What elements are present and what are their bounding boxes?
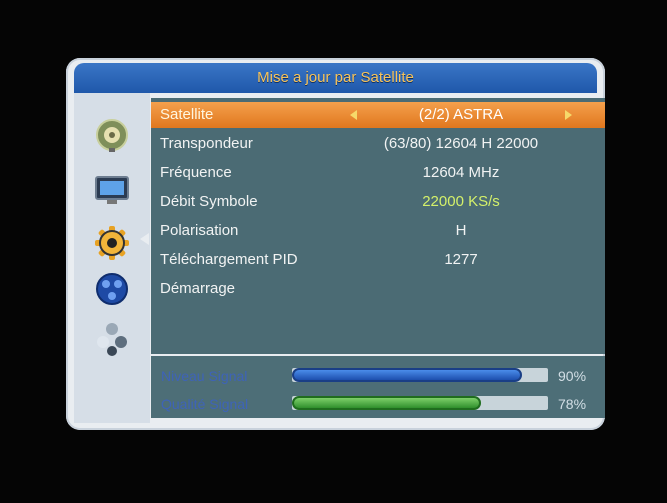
menu-title: Mise a jour par Satellite [74,63,597,93]
row-label: Transpondeur [160,135,253,152]
signal-level-fill [292,368,523,382]
row-label: Démarrage [160,280,236,297]
row-label: Débit Symbole [160,193,258,210]
row-demarrage[interactable]: Démarrage [151,276,605,302]
row-satellite[interactable]: Satellite (2/2) ASTRA [151,102,605,128]
row-value: (63/80) 12604 H 22000 [383,135,539,152]
row-value: (2/2) ASTRA [418,106,504,123]
arrow-right-icon[interactable] [565,110,572,120]
row-frequence[interactable]: Fréquence 12604 MHz [151,160,605,186]
settings-list: Satellite (2/2) ASTRA Transpondeur (63/8… [151,98,605,354]
row-value: 12604 MHz [422,164,500,181]
apps-icon[interactable] [92,319,132,359]
signal-level-bar [292,368,548,382]
row-debit-symbole[interactable]: Débit Symbole 22000 KS/s [151,189,605,215]
signal-level-percent: 90% [558,368,587,384]
row-label: Satellite [160,106,214,123]
row-transpondeur[interactable]: Transpondeur (63/80) 12604 H 22000 [151,131,605,157]
signal-quality-bar [292,396,548,410]
active-item-pointer [140,233,149,245]
row-label: Téléchargement PID [160,251,298,268]
row-telechargement-pid[interactable]: Téléchargement PID 1277 [151,247,605,273]
globe-icon[interactable] [92,269,132,309]
signal-quality-fill [292,396,482,410]
row-value: 22000 KS/s [422,193,500,210]
tv-icon[interactable] [92,171,132,211]
row-value: 1277 [444,251,478,268]
gear-icon[interactable] [92,223,132,263]
satellite-dish-icon[interactable] [92,115,132,155]
signal-level-label: Niveau Signal [161,368,248,384]
signal-panel: Niveau Signal 90% Qualité Signal 78% [151,356,605,418]
signal-quality-label: Qualité Signal [161,396,249,412]
row-polarisation[interactable]: Polarisation H [151,218,605,244]
signal-quality-percent: 78% [558,396,587,412]
row-label: Fréquence [160,164,232,181]
row-value: H [455,222,467,239]
row-label: Polarisation [160,222,239,239]
sidebar [74,93,150,423]
